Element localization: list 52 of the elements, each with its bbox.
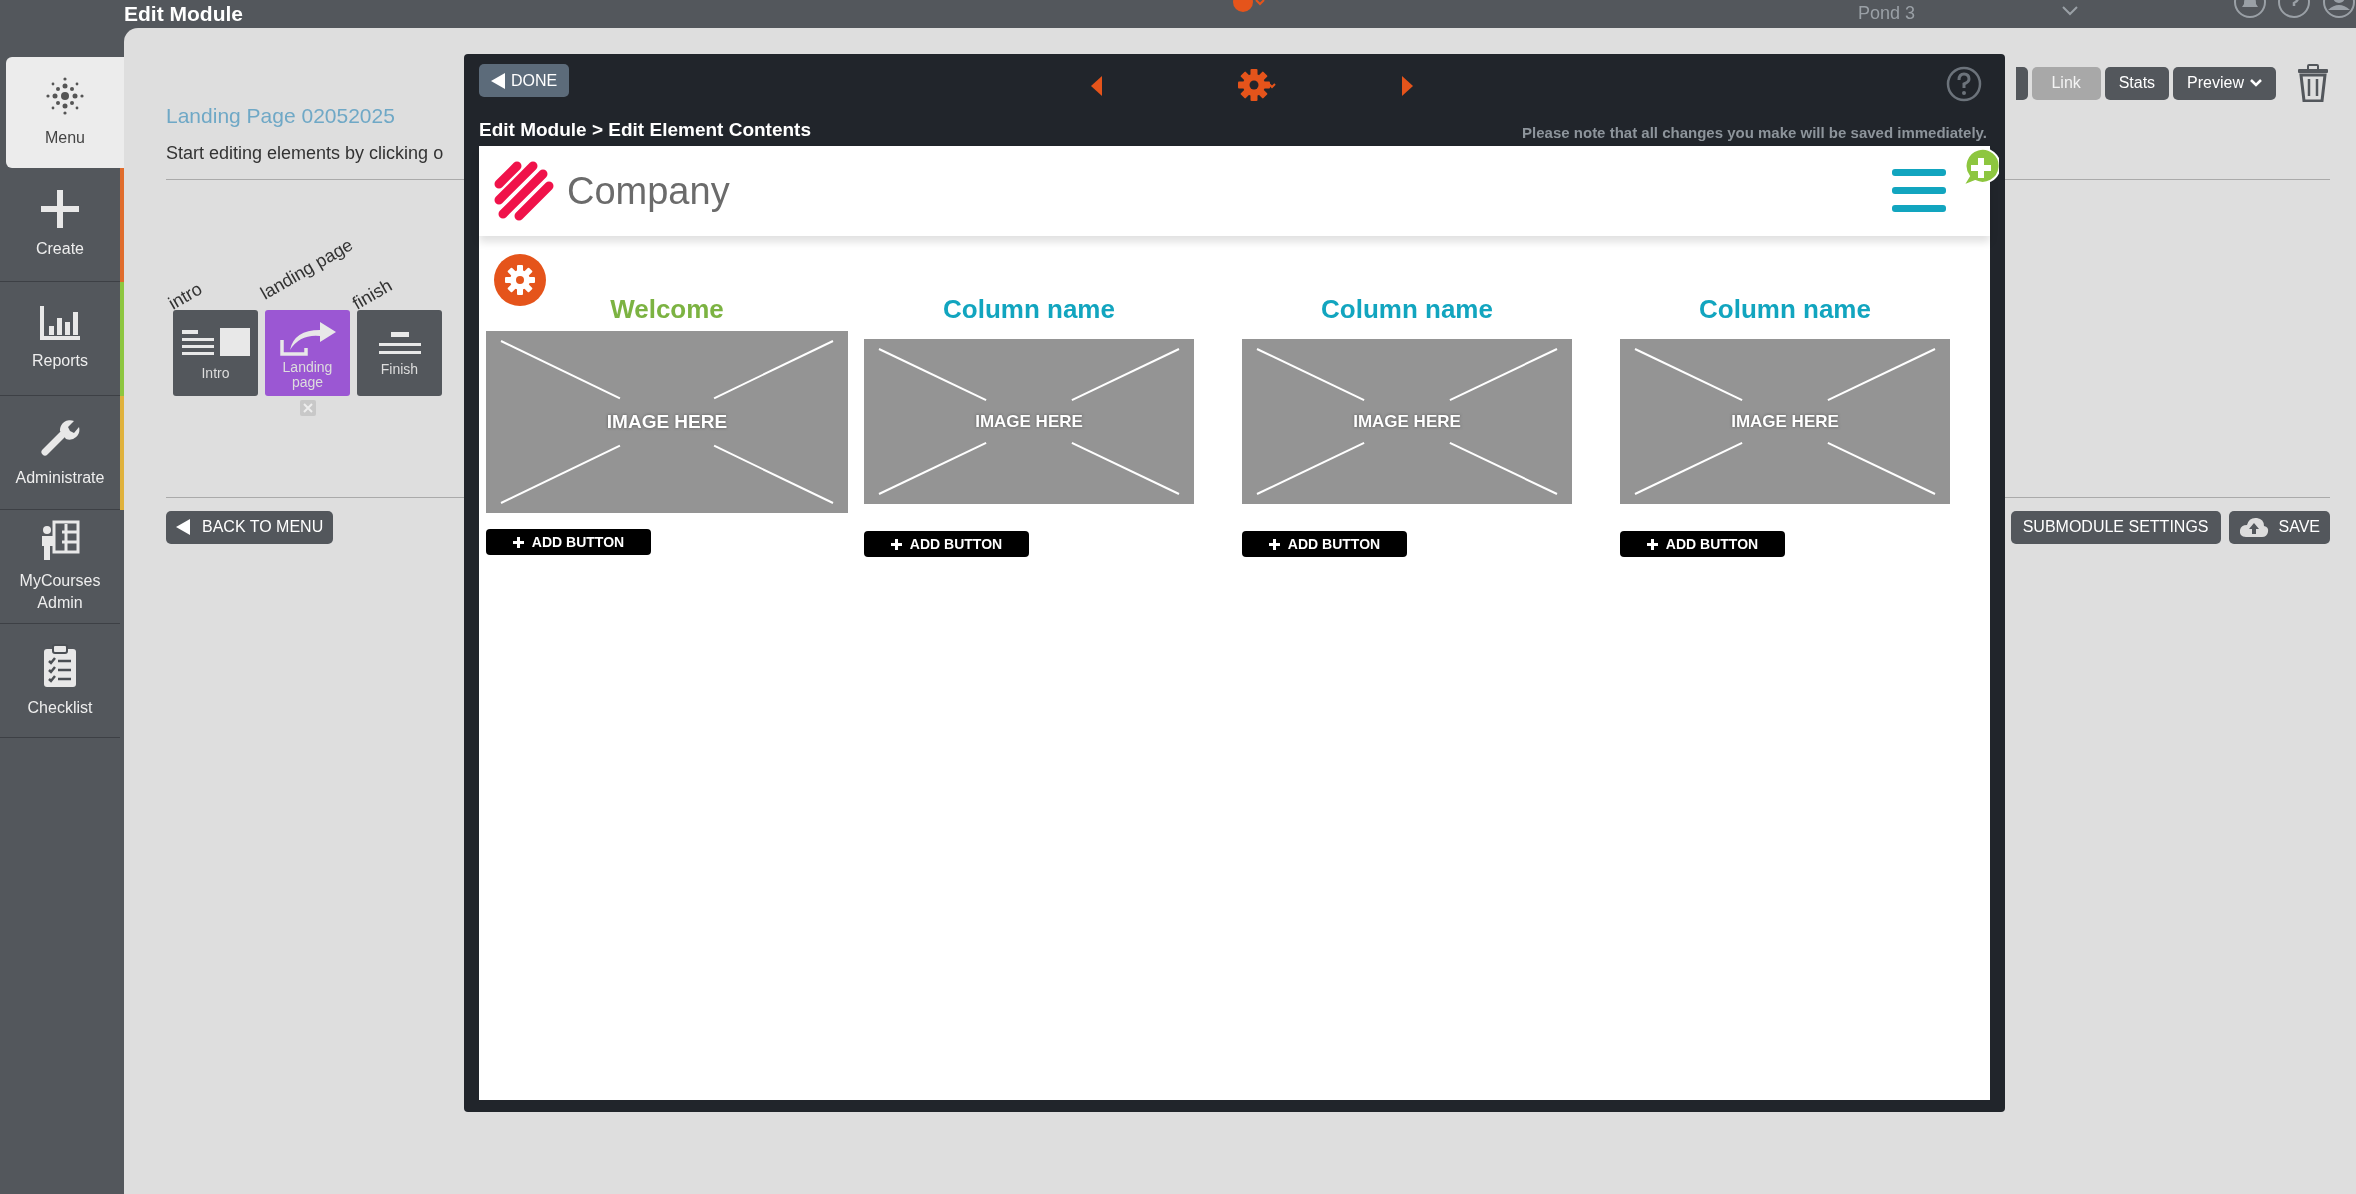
bar-chart-icon: [40, 305, 80, 340]
help-icon[interactable]: [1946, 66, 1982, 102]
instruction-text: Start editing elements by clicking o: [166, 141, 444, 165]
column-title: Column name: [1320, 293, 1494, 326]
trash-icon[interactable]: [2296, 64, 2330, 102]
element-tile[interactable]: Finish: [357, 309, 442, 396]
back-arrow-icon: [176, 519, 190, 535]
toolbar-button[interactable]: Stats: [2104, 66, 2170, 100]
chevron-down-icon[interactable]: [2062, 6, 2078, 16]
breadcrumb: Edit Module > Edit Element Contents: [479, 117, 811, 142]
checklist-icon: [43, 642, 77, 687]
add-button[interactable]: ADD BUTTON: [1620, 531, 1785, 557]
add-button[interactable]: ADD BUTTON: [864, 531, 1029, 557]
element-tile[interactable]: Intro: [173, 309, 258, 396]
plus-icon: [1268, 538, 1280, 550]
save-button[interactable]: SAVE: [2228, 510, 2330, 544]
next-arrow-icon[interactable]: [1402, 76, 1413, 96]
element-tile[interactable]: Landing page: [265, 309, 350, 396]
sidebar-item[interactable]: Checklist: [0, 624, 120, 738]
toolbar-button[interactable]: [2015, 66, 2028, 100]
company-name: Company: [567, 168, 730, 214]
snowflake-icon: [45, 75, 85, 116]
plus-icon: [1646, 538, 1658, 550]
submodule-settings-button[interactable]: SUBMODULE SETTINGS: [2010, 510, 2221, 544]
sidebar-item[interactable]: Menu: [6, 57, 124, 168]
plus-icon: [890, 538, 902, 550]
save-notice: Please note that all changes you make will be saved immediately.: [1522, 122, 1987, 143]
add-button[interactable]: ADD BUTTON: [486, 529, 651, 555]
column-title: Column name: [942, 293, 1116, 326]
image-label: IMAGE HERE: [606, 409, 728, 434]
back-to-menu-button[interactable]: BACK TO MENU: [166, 510, 334, 544]
image-label: IMAGE HERE: [1353, 410, 1461, 433]
sidebar-item[interactable]: MyCourses Admin: [0, 510, 120, 624]
column-title: Welcome: [609, 293, 725, 326]
module-title: Landing Page 02052025: [166, 103, 395, 129]
cloud-upload-icon: [2238, 517, 2269, 537]
plus-icon: [41, 189, 79, 228]
share-arrow-icon: [277, 319, 338, 356]
image-label: IMAGE HERE: [975, 410, 1083, 433]
done-button[interactable]: DONE: [479, 64, 570, 97]
previous-arrow-icon[interactable]: [1091, 76, 1102, 96]
image-label: IMAGE HERE: [1731, 410, 1839, 433]
caret-icon: [2250, 79, 2262, 87]
settings-icon[interactable]: [494, 254, 546, 306]
column-title: Column name: [1698, 293, 1872, 326]
presenter-board-icon: [40, 519, 80, 560]
back-arrow-icon: [491, 72, 505, 89]
toolbar-button[interactable]: Preview: [2173, 66, 2276, 100]
menu-icon[interactable]: [1892, 169, 1946, 213]
page-title: Edit Module: [124, 1, 243, 28]
plus-icon: [512, 536, 524, 548]
add-button[interactable]: ADD BUTTON: [1242, 531, 1407, 557]
